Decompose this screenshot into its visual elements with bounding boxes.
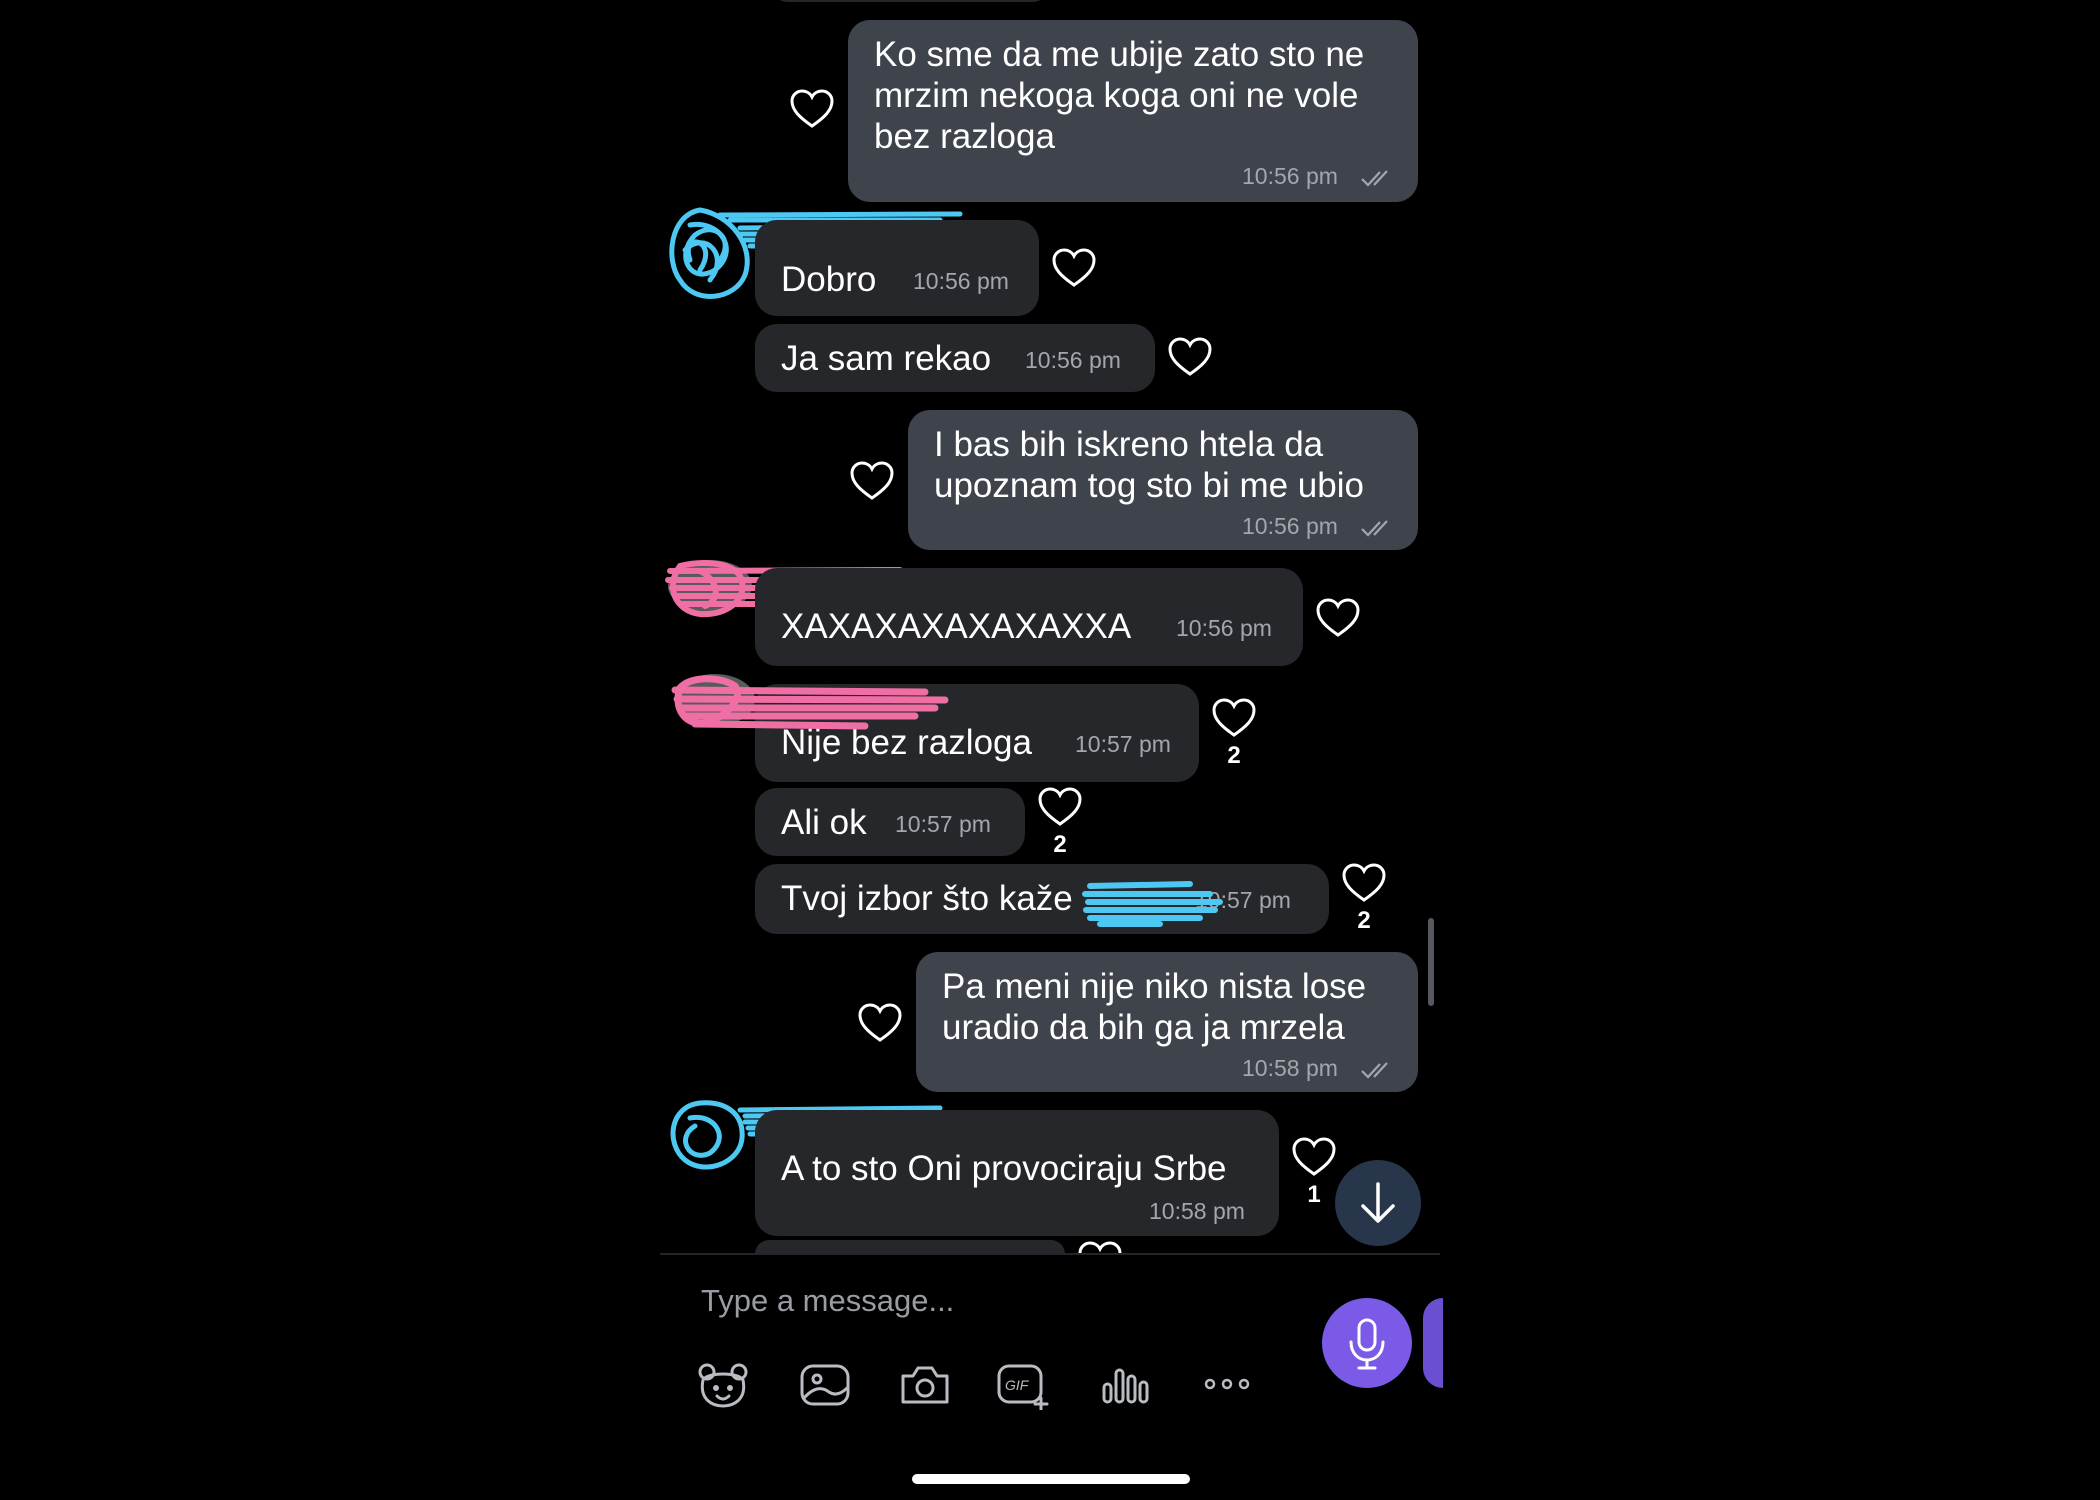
message-timestamp: 10:57 pm — [895, 811, 991, 837]
message-text-line: A to sto Oni provociraju Srbe — [781, 1149, 1227, 1188]
read-receipt-icon — [1361, 520, 1388, 537]
message-timestamp: 10:56 pm — [1242, 513, 1338, 539]
heart-icon[interactable] — [1167, 336, 1213, 378]
message-text-line: Ko sme da me ubije zato sto ne — [874, 35, 1365, 74]
heart-icon[interactable] — [1341, 862, 1387, 904]
heart-icon[interactable] — [1211, 697, 1257, 739]
audio-icon[interactable] — [1096, 1360, 1152, 1410]
message-text-line: mrzim nekoga koga oni ne vole — [874, 76, 1359, 115]
redaction-scribble — [1082, 881, 1223, 927]
message-text-line: Ali ok — [781, 803, 867, 842]
message-text-line: I bas bih iskreno htela da — [934, 425, 1324, 464]
message-text-line: bez razloga — [874, 117, 1055, 156]
heart-icon[interactable] — [1051, 247, 1097, 289]
gif-icon[interactable]: GIF — [995, 1360, 1051, 1410]
message-bubble-incoming[interactable]: Ja sam rekao 10:56 pm — [755, 324, 1155, 392]
microphone-icon — [1349, 1318, 1385, 1370]
message-bubble-incoming[interactable]: Dobro 10:56 pm — [755, 220, 1039, 316]
partial-message-top — [770, 0, 1050, 2]
sticker-icon[interactable] — [695, 1360, 751, 1410]
message-timestamp: 10:58 pm — [1149, 1198, 1245, 1224]
message-timestamp: 10:58 pm — [1242, 1055, 1338, 1081]
message-text-line: Pa meni nije niko nista lose — [942, 967, 1367, 1006]
avatar-scribble — [671, 674, 949, 730]
message-text-line: upoznam tog sto bi me ubio — [934, 466, 1364, 505]
read-receipt-icon — [1361, 1062, 1388, 1079]
heart-icon[interactable] — [1077, 1240, 1123, 1254]
like-count: 2 — [1227, 742, 1241, 769]
heart-icon[interactable] — [849, 460, 895, 502]
heart-icon[interactable] — [1291, 1136, 1337, 1178]
message-bubble-incoming[interactable]: Ali ok 10:57 pm — [755, 788, 1025, 856]
message-timestamp: 10:56 pm — [1242, 163, 1338, 189]
home-indicator[interactable] — [912, 1474, 1190, 1484]
message-bubble-outgoing[interactable]: I bas bih iskreno htela da upoznam tog s… — [908, 410, 1418, 550]
message-timestamp: 10:57 pm — [1075, 731, 1171, 757]
message-text-line: Ja sam rekao — [781, 339, 992, 378]
message-bubble-incoming[interactable]: Tvoj izbor što kaže 10:57 pm — [755, 864, 1329, 934]
heart-icon[interactable] — [1037, 786, 1083, 828]
svg-text:GIF: GIF — [1005, 1377, 1030, 1393]
gallery-icon[interactable] — [797, 1360, 853, 1410]
heart-icon[interactable] — [789, 88, 835, 130]
message-bubble-outgoing[interactable]: Pa meni nije niko nista lose uradio da b… — [916, 952, 1418, 1092]
message-bubble-outgoing[interactable]: Ko sme da me ubije zato sto ne mrzim nek… — [848, 20, 1418, 202]
like-count: 1 — [1307, 1181, 1321, 1208]
heart-icon[interactable] — [1315, 597, 1361, 639]
read-receipt-icon — [1361, 170, 1388, 187]
message-text-line: Dobro — [781, 260, 877, 299]
chat-screen: Ko sme da me ubije zato sto ne mrzim nek… — [0, 0, 2100, 1500]
like-count: 2 — [1357, 907, 1371, 934]
message-text-line: XAXAXAXAXAXAXXA — [781, 607, 1132, 646]
more-icon[interactable] — [1200, 1360, 1256, 1410]
scrollbar[interactable] — [1428, 918, 1434, 1006]
message-timestamp: 10:56 pm — [1025, 347, 1121, 373]
arrow-down-icon — [1361, 1182, 1395, 1223]
partial-message-bottom — [755, 1240, 1065, 1254]
message-timestamp: 10:56 pm — [913, 268, 1009, 294]
message-bubble-incoming[interactable]: XAXAXAXAXAXAXXA 10:56 pm — [755, 568, 1303, 666]
message-bubble-incoming[interactable]: A to sto Oni provociraju Srbe 10:58 pm — [755, 1110, 1279, 1236]
scroll-to-bottom-button[interactable] — [1335, 1160, 1421, 1246]
message-timestamp: 10:56 pm — [1176, 615, 1272, 641]
secondary-action-button[interactable] — [1423, 1298, 1443, 1388]
heart-icon[interactable] — [857, 1002, 903, 1044]
message-text-line: uradio da bih ga ja mrzela — [942, 1008, 1345, 1047]
message-text-line: Tvoj izbor što kaže — [781, 879, 1073, 918]
camera-icon[interactable] — [897, 1360, 953, 1410]
voice-record-button[interactable] — [1322, 1298, 1412, 1388]
composer-divider — [660, 1253, 1440, 1255]
message-input[interactable]: Type a message... — [701, 1283, 954, 1319]
like-count: 2 — [1053, 831, 1067, 858]
